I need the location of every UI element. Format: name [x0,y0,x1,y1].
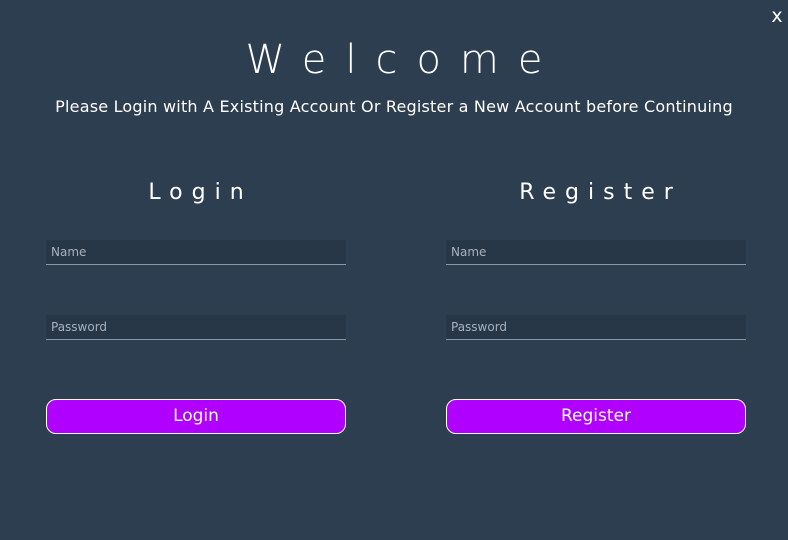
login-password-input[interactable] [46,315,346,340]
page-subtitle: Please Login with A Existing Account Or … [55,97,733,116]
login-heading: Login [148,180,253,205]
register-heading: Register [519,180,682,205]
register-password-input[interactable] [446,315,746,340]
close-button[interactable]: x [768,4,786,28]
login-panel: Login Login [46,178,346,434]
login-button[interactable]: Login [46,399,346,434]
register-panel: Register Register [446,178,746,434]
register-button[interactable]: Register [446,399,746,434]
register-name-input[interactable] [446,240,746,265]
page-title: Welcome [245,37,562,83]
login-name-input[interactable] [46,240,346,265]
